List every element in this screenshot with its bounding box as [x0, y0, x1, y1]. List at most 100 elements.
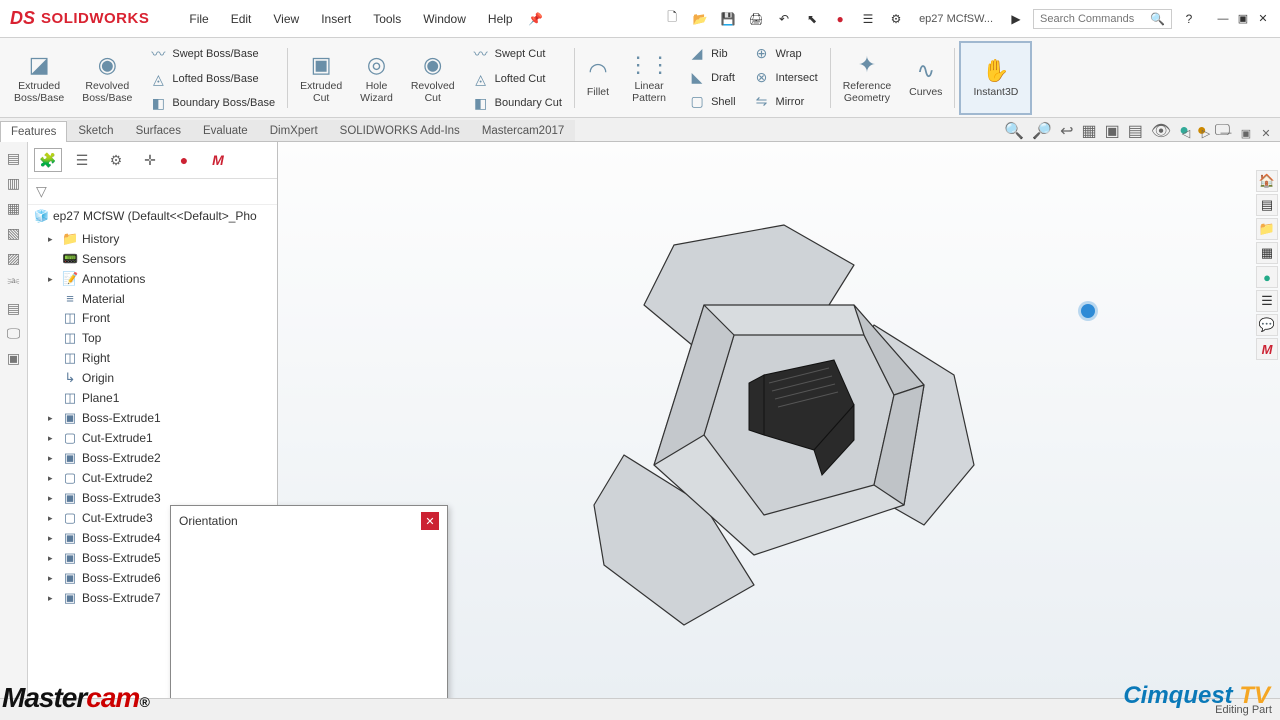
mirror-button[interactable]: ⇋Mirror	[750, 91, 822, 112]
tree-root-node[interactable]: 🧊 ep27 MCfSW (Default<<Default>_Pho	[28, 205, 277, 227]
menu-file[interactable]: File	[179, 8, 218, 30]
menu-insert[interactable]: Insert	[311, 8, 361, 30]
tab-sketch[interactable]: Sketch	[67, 120, 124, 141]
taskpane-icon[interactable]: ▤	[7, 150, 20, 167]
zoom-fit-icon[interactable]: 🔍	[1004, 121, 1024, 141]
tree-item[interactable]: ▸▣Boss-Extrude2	[28, 448, 277, 468]
taskpane-icon[interactable]: ▣	[7, 350, 20, 367]
command-search[interactable]: 🔍	[1033, 9, 1172, 29]
save-icon[interactable]: 💾	[717, 8, 739, 30]
expand-icon[interactable]: ▸	[48, 274, 58, 285]
lofted-boss-button[interactable]: ◬Lofted Boss/Base	[146, 69, 279, 90]
tree-item[interactable]: ▸📁History	[28, 229, 277, 249]
revolved-cut-button[interactable]: ◉ Revolved Cut	[403, 41, 463, 115]
tab-dimxpert[interactable]: DimXpert	[259, 120, 329, 141]
display-style-icon[interactable]: ▤	[1128, 121, 1143, 141]
tree-item[interactable]: ↳Origin	[28, 368, 277, 388]
zoom-area-icon[interactable]: 🔎	[1032, 121, 1052, 141]
doc-next-icon[interactable]: ▷	[1198, 125, 1214, 141]
intersect-button[interactable]: ⊗Intersect	[750, 67, 822, 88]
restore-icon[interactable]: ▣	[1234, 10, 1252, 28]
expand-icon[interactable]: ▸	[48, 573, 58, 584]
open-doc-icon[interactable]: 📂	[689, 8, 711, 30]
rebuild-icon[interactable]: ●	[829, 8, 851, 30]
forum-icon[interactable]: 💬	[1256, 314, 1278, 336]
hide-show-icon[interactable]: 👁	[1151, 121, 1171, 141]
taskpane-icon[interactable]: ▧	[7, 225, 20, 242]
expand-icon[interactable]: ▸	[48, 553, 58, 564]
taskpane-icon[interactable]: ⎃	[8, 275, 20, 292]
expand-icon[interactable]: ▸	[48, 533, 58, 544]
tree-item[interactable]: 📟Sensors	[28, 249, 277, 269]
play-icon[interactable]: ▶	[1005, 8, 1027, 30]
tab-addins[interactable]: SOLIDWORKS Add-Ins	[329, 120, 471, 141]
tree-item[interactable]: ▸▢Cut-Extrude2	[28, 468, 277, 488]
doc-restore-icon[interactable]: ▣	[1238, 125, 1254, 141]
instant3d-button[interactable]: ✋ Instant3D	[959, 41, 1032, 115]
tab-evaluate[interactable]: Evaluate	[192, 120, 259, 141]
taskpane-icon[interactable]: ▥	[7, 175, 20, 192]
wrap-button[interactable]: ⊕Wrap	[750, 43, 822, 64]
doc-prev-icon[interactable]: ◁	[1178, 125, 1194, 141]
search-input[interactable]	[1040, 13, 1150, 25]
expand-icon[interactable]: ▸	[48, 593, 58, 604]
menu-view[interactable]: View	[263, 8, 309, 30]
tree-item[interactable]: ◫Front	[28, 308, 277, 328]
new-doc-icon[interactable]: 🗋	[661, 8, 683, 30]
dialog-close-button[interactable]: ✕	[421, 512, 439, 530]
close-icon[interactable]: ✕	[1254, 10, 1272, 28]
boundary-boss-button[interactable]: ◧Boundary Boss/Base	[146, 93, 279, 114]
tree-tab-display-icon[interactable]: ●	[170, 148, 198, 172]
custom-props-icon[interactable]: ☰	[1256, 290, 1278, 312]
tree-item[interactable]: ▸▢Cut-Extrude1	[28, 428, 277, 448]
tree-item[interactable]: ◫Plane1	[28, 388, 277, 408]
expand-icon[interactable]: ▸	[48, 453, 58, 464]
draft-button[interactable]: ◣Draft	[685, 67, 739, 88]
home-icon[interactable]: 🏠	[1256, 170, 1278, 192]
expand-icon[interactable]: ▸	[48, 473, 58, 484]
view-palette-icon[interactable]: ▦	[1256, 242, 1278, 264]
extruded-cut-button[interactable]: ▣ Extruded Cut	[292, 41, 350, 115]
boundary-cut-button[interactable]: ◧Boundary Cut	[469, 93, 566, 114]
swept-cut-button[interactable]: 〰Swept Cut	[469, 42, 566, 66]
tab-mastercam[interactable]: Mastercam2017	[471, 120, 575, 141]
view-orientation-icon[interactable]: ▣	[1105, 121, 1120, 141]
library-icon[interactable]: 📁	[1256, 218, 1278, 240]
rib-button[interactable]: ◢Rib	[685, 43, 739, 64]
reference-geometry-button[interactable]: ✦ Reference Geometry	[835, 41, 899, 115]
filter-icon[interactable]: ▽	[36, 183, 47, 199]
swept-boss-button[interactable]: 〰Swept Boss/Base	[146, 42, 279, 66]
resources-icon[interactable]: ▤	[1256, 194, 1278, 216]
doc-close-icon[interactable]: ✕	[1258, 125, 1274, 141]
pin-icon[interactable]: 📌	[525, 8, 547, 30]
taskpane-icon[interactable]: 🖵	[7, 325, 21, 342]
mastercam-pane-icon[interactable]: M	[1256, 338, 1278, 360]
select-icon[interactable]: ⬉	[801, 8, 823, 30]
settings-icon[interactable]: ⚙	[885, 8, 907, 30]
doc-minimize-icon[interactable]: —	[1218, 125, 1234, 141]
curves-button[interactable]: ∿ Curves	[901, 41, 950, 115]
help-icon[interactable]: ?	[1178, 8, 1200, 30]
menu-help[interactable]: Help	[478, 8, 523, 30]
tab-features[interactable]: Features	[0, 121, 67, 142]
orientation-dialog[interactable]: Orientation ✕	[170, 505, 448, 707]
tree-item[interactable]: ◫Right	[28, 348, 277, 368]
expand-icon[interactable]: ▸	[48, 413, 58, 424]
tree-tab-property-icon[interactable]: ☰	[68, 148, 96, 172]
taskpane-icon[interactable]: ▦	[7, 200, 20, 217]
tree-tab-config-icon[interactable]: ⚙	[102, 148, 130, 172]
menu-edit[interactable]: Edit	[221, 8, 262, 30]
revolved-boss-button[interactable]: ◉ Revolved Boss/Base	[74, 41, 140, 115]
taskpane-icon[interactable]: ▤	[7, 300, 20, 317]
expand-icon[interactable]: ▸	[48, 513, 58, 524]
menu-tools[interactable]: Tools	[363, 8, 411, 30]
lofted-cut-button[interactable]: ◬Lofted Cut	[469, 69, 566, 90]
taskpane-icon[interactable]: ▨	[7, 250, 20, 267]
section-view-icon[interactable]: ▦	[1082, 121, 1097, 141]
tree-item[interactable]: ▸📝Annotations	[28, 269, 277, 289]
expand-icon[interactable]: ▸	[48, 493, 58, 504]
tree-tab-feature-icon[interactable]: 🧩	[34, 148, 62, 172]
undo-icon[interactable]: ↶	[773, 8, 795, 30]
extruded-boss-button[interactable]: ◪ Extruded Boss/Base	[6, 41, 72, 115]
tree-item[interactable]: ▸▣Boss-Extrude1	[28, 408, 277, 428]
